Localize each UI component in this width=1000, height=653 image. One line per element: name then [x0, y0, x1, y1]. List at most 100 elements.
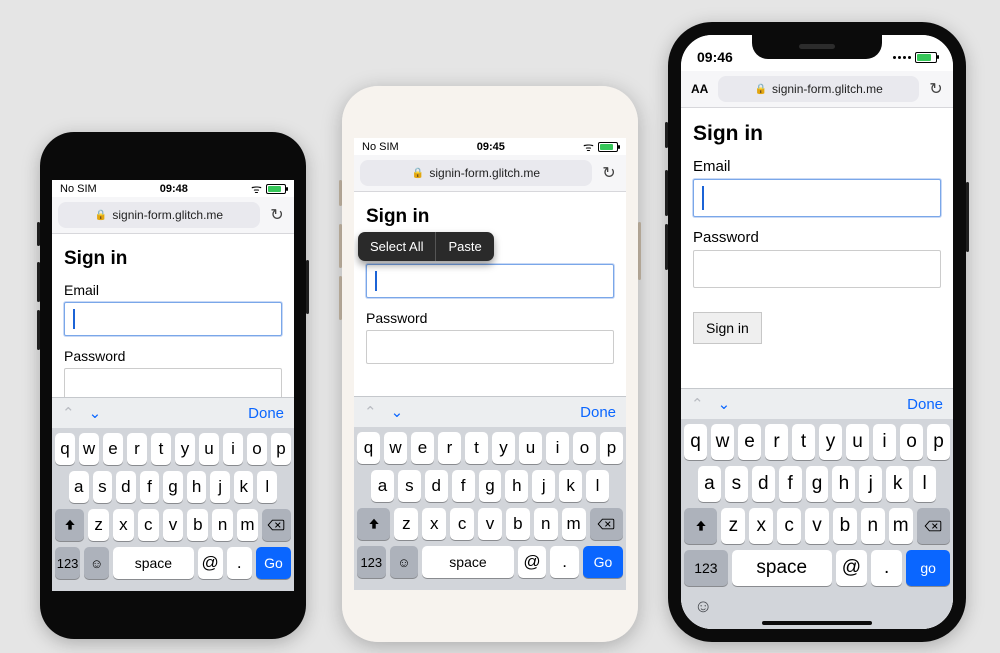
key-q[interactable]: q	[684, 424, 707, 460]
key-d[interactable]: d	[116, 471, 136, 503]
space-key[interactable]: space	[732, 550, 832, 586]
key-l[interactable]: l	[586, 470, 609, 502]
key-k[interactable]: k	[886, 466, 909, 502]
email-field[interactable]	[366, 264, 614, 298]
key-d[interactable]: d	[752, 466, 775, 502]
go-key[interactable]: Go	[583, 546, 623, 578]
key-h[interactable]: h	[505, 470, 528, 502]
key-s[interactable]: s	[398, 470, 421, 502]
key-r[interactable]: r	[765, 424, 788, 460]
key-r[interactable]: r	[127, 433, 147, 465]
key-m[interactable]: m	[889, 508, 913, 544]
key-o[interactable]: o	[573, 432, 596, 464]
shift-key[interactable]	[55, 509, 84, 541]
key-w[interactable]: w	[384, 432, 407, 464]
backspace-key[interactable]	[262, 509, 291, 541]
numbers-key[interactable]: 123	[684, 550, 728, 586]
key-v[interactable]: v	[805, 508, 829, 544]
url-pill[interactable]: 🔒 signin-form.glitch.me	[360, 160, 592, 186]
key-a[interactable]: a	[69, 471, 89, 503]
key-f[interactable]: f	[452, 470, 475, 502]
key-x[interactable]: x	[749, 508, 773, 544]
space-key[interactable]: space	[113, 547, 193, 579]
context-select-all[interactable]: Select All	[358, 232, 435, 261]
key-v[interactable]: v	[163, 509, 184, 541]
key-p[interactable]: p	[271, 433, 291, 465]
key-a[interactable]: a	[371, 470, 394, 502]
key-g[interactable]: g	[163, 471, 183, 503]
key-r[interactable]: r	[438, 432, 461, 464]
key-p[interactable]: p	[600, 432, 623, 464]
key-z[interactable]: z	[394, 508, 418, 540]
key-w[interactable]: w	[79, 433, 99, 465]
shift-key[interactable]	[684, 508, 717, 544]
key-i[interactable]: i	[223, 433, 243, 465]
key-f[interactable]: f	[140, 471, 160, 503]
key-u[interactable]: u	[519, 432, 542, 464]
emoji-key[interactable]: ☺	[390, 546, 419, 578]
key-u[interactable]: u	[199, 433, 219, 465]
key-a[interactable]: a	[698, 466, 721, 502]
key-t[interactable]: t	[465, 432, 488, 464]
context-paste[interactable]: Paste	[435, 232, 493, 261]
backspace-key[interactable]	[917, 508, 950, 544]
key-q[interactable]: q	[55, 433, 75, 465]
email-field[interactable]	[693, 179, 941, 217]
key-j[interactable]: j	[532, 470, 555, 502]
refresh-button[interactable]: ↻	[925, 78, 947, 100]
key-l[interactable]: l	[913, 466, 936, 502]
key-e[interactable]: e	[103, 433, 123, 465]
key-y[interactable]: y	[492, 432, 515, 464]
key-g[interactable]: g	[479, 470, 502, 502]
key-j[interactable]: j	[859, 466, 882, 502]
prev-field-icon[interactable]: ⌃	[691, 395, 704, 413]
key-t[interactable]: t	[151, 433, 171, 465]
prev-field-icon[interactable]: ⌃	[364, 403, 377, 421]
key-n[interactable]: n	[212, 509, 233, 541]
key-u[interactable]: u	[846, 424, 869, 460]
key-o[interactable]: o	[247, 433, 267, 465]
keyboard-done-button[interactable]: Done	[580, 404, 616, 421]
at-key[interactable]: @	[836, 550, 867, 586]
next-field-icon[interactable]: ⌄	[391, 403, 404, 421]
key-h[interactable]: h	[832, 466, 855, 502]
next-field-icon[interactable]: ⌄	[89, 404, 102, 422]
next-field-icon[interactable]: ⌄	[718, 395, 731, 413]
key-b[interactable]: b	[506, 508, 530, 540]
key-p[interactable]: p	[927, 424, 950, 460]
key-y[interactable]: y	[175, 433, 195, 465]
dot-key[interactable]: .	[871, 550, 902, 586]
at-key[interactable]: @	[198, 547, 223, 579]
key-z[interactable]: z	[721, 508, 745, 544]
backspace-key[interactable]	[590, 508, 623, 540]
key-c[interactable]: c	[138, 509, 159, 541]
key-j[interactable]: j	[210, 471, 230, 503]
space-key[interactable]: space	[422, 546, 514, 578]
key-g[interactable]: g	[806, 466, 829, 502]
url-pill[interactable]: 🔒 signin-form.glitch.me	[58, 202, 260, 228]
shift-key[interactable]	[357, 508, 390, 540]
key-e[interactable]: e	[738, 424, 761, 460]
key-b[interactable]: b	[833, 508, 857, 544]
key-x[interactable]: x	[113, 509, 134, 541]
password-field[interactable]	[693, 250, 941, 288]
signin-button[interactable]: Sign in	[693, 312, 762, 344]
key-o[interactable]: o	[900, 424, 923, 460]
prev-field-icon[interactable]: ⌃	[62, 404, 75, 422]
key-e[interactable]: e	[411, 432, 434, 464]
key-l[interactable]: l	[257, 471, 277, 503]
text-size-button[interactable]: AA	[687, 82, 712, 96]
home-button[interactable]	[471, 598, 509, 636]
home-indicator[interactable]	[762, 621, 872, 625]
key-d[interactable]: d	[425, 470, 448, 502]
key-s[interactable]: s	[93, 471, 113, 503]
password-field[interactable]	[64, 368, 282, 397]
key-b[interactable]: b	[187, 509, 208, 541]
key-y[interactable]: y	[819, 424, 842, 460]
url-pill[interactable]: 🔒 signin-form.glitch.me	[718, 76, 919, 102]
key-w[interactable]: w	[711, 424, 734, 460]
key-c[interactable]: c	[777, 508, 801, 544]
key-t[interactable]: t	[792, 424, 815, 460]
refresh-button[interactable]: ↻	[266, 204, 288, 226]
go-key[interactable]: Go	[256, 547, 291, 579]
